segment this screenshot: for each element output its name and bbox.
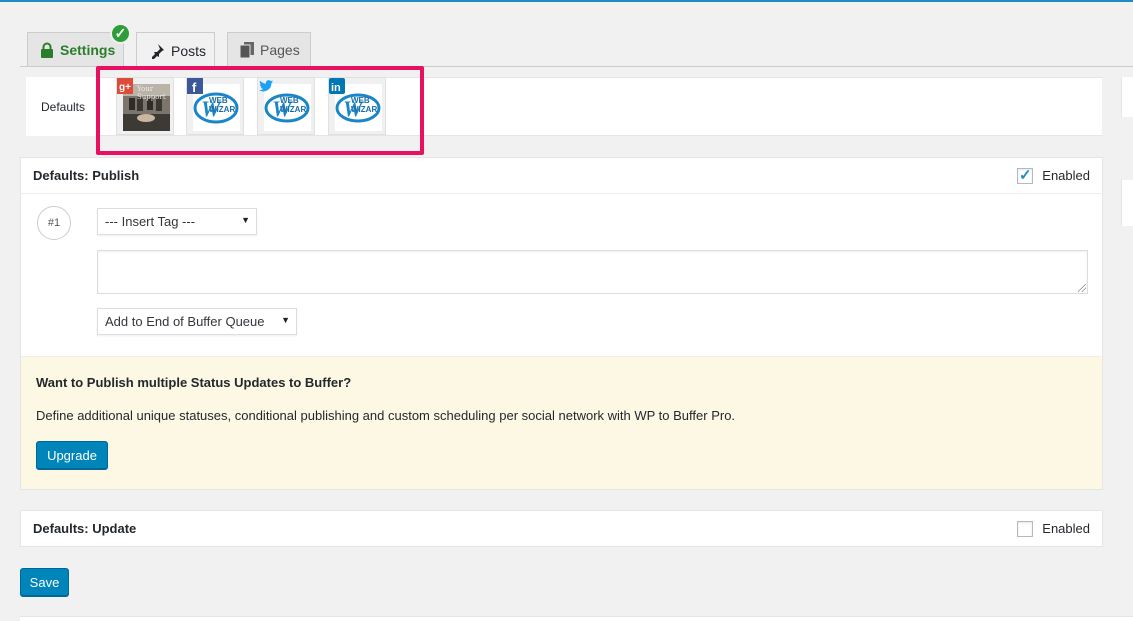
upgrade-button[interactable]: Upgrade [36,441,108,469]
tab-pages-label: Pages [260,42,300,58]
check-icon: ✓ [110,23,131,44]
tab-pages[interactable]: Pages [227,32,311,67]
upsell-notice: Want to Publish multiple Status Updates … [21,356,1102,489]
status-number: #1 [37,206,71,240]
pages-icon [240,42,254,58]
admin-top-border [0,0,1133,2]
sidebar-fragment [1121,77,1133,117]
publish-panel: Defaults: Publish Enabled #1 --- Insert … [20,157,1103,490]
insert-tag-select[interactable]: --- Insert Tag --- ▼ [97,208,257,235]
tab-posts-label: Posts [171,42,207,59]
update-enabled-toggle[interactable]: Enabled [1017,520,1090,537]
next-panel-edge [20,616,1133,621]
tab-settings[interactable]: Settings [27,32,124,67]
update-panel-title: Defaults: Update [33,521,137,536]
publish-enabled-checkbox[interactable] [1017,167,1034,184]
insert-tag-value: --- Insert Tag --- [105,214,196,229]
update-enabled-label: Enabled [1042,521,1090,536]
status-textarea[interactable] [97,250,1088,294]
publish-enabled-toggle[interactable]: Enabled [1017,167,1090,184]
publish-panel-header: Defaults: Publish Enabled [21,158,1102,194]
sidebar-fragment [1121,180,1133,226]
tab-posts[interactable]: Posts [136,32,215,68]
save-button[interactable]: Save [20,568,69,596]
queue-select-value: Add to End of Buffer Queue [105,314,265,329]
profiles-highlight-box [96,66,424,155]
upsell-heading: Want to Publish multiple Status Updates … [36,375,352,390]
update-enabled-checkbox[interactable] [1017,520,1034,537]
upsell-body: Define additional unique statuses, condi… [36,408,736,423]
lock-icon [40,42,54,58]
update-panel-header: Defaults: Update Enabled [21,511,1102,546]
pin-icon [149,43,165,59]
resize-handle-icon[interactable] [1078,284,1086,292]
chevron-down-icon: ▼ [281,315,290,325]
update-panel: Defaults: Update Enabled [20,510,1103,547]
defaults-profile-tab[interactable]: Defaults [26,77,100,136]
tab-settings-label: Settings [60,42,116,58]
publish-panel-title: Defaults: Publish [33,168,140,183]
queue-select[interactable]: Add to End of Buffer Queue ▼ [97,308,297,335]
chevron-down-icon: ▼ [241,215,250,225]
publish-enabled-label: Enabled [1042,168,1090,183]
